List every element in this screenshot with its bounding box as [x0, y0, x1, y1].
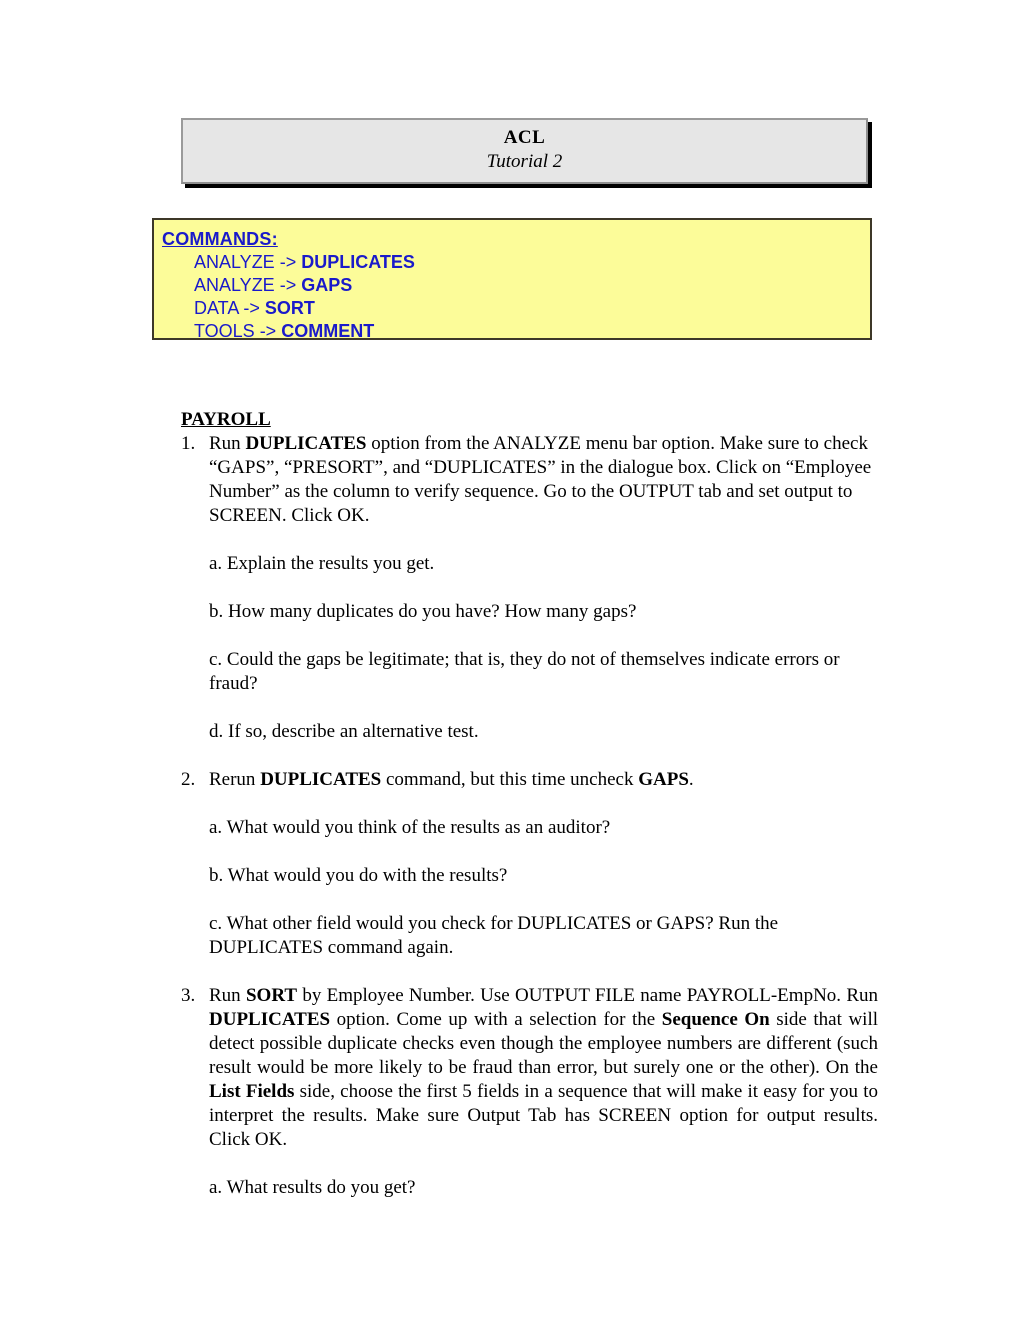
item-text-segment: by Employee Number. Use OUTPUT FILE name… — [297, 985, 878, 1006]
command-menu-path: DATA -> — [194, 298, 265, 318]
sub-item: a. What would you think of the results a… — [209, 817, 611, 838]
command-name: SORT — [264, 298, 315, 318]
sub-item: c. Could the gaps be legitimate; that is… — [209, 649, 840, 694]
item-text-segment: option. Come up with a selection for the — [330, 1009, 662, 1030]
item-text-emphasis: DUPLICATES — [209, 1009, 331, 1030]
section-heading-payroll: PAYROLL — [181, 409, 271, 430]
item-text-segment: Rerun — [209, 769, 261, 790]
title-box: ACL Tutorial 2 — [181, 118, 868, 184]
command-line: DATA -> SORT — [162, 297, 870, 320]
document-title: ACL — [503, 127, 546, 148]
item-text-emphasis: DUPLICATES — [245, 433, 367, 454]
commands-list: ANALYZE -> DUPLICATES ANALYZE -> GAPS DATA… — [162, 251, 870, 343]
commands-heading-label: COMMANDS: — [162, 229, 278, 249]
item-text-emphasis: GAPS — [638, 769, 689, 790]
command-menu-path: ANALYZE -> — [194, 275, 302, 295]
command-menu-path: TOOLS -> — [194, 321, 282, 341]
command-line: ANALYZE -> GAPS — [162, 274, 870, 297]
item-text-segment: side, choose the first 5 fields in a seq… — [209, 1081, 878, 1150]
document-body: PAYROLL 1. Run DUPLICATES option from the… — [181, 408, 878, 1200]
commands-box: COMMANDS: ANALYZE -> DUPLICATES ANALYZE -… — [152, 218, 872, 343]
document-subtitle: Tutorial 2 — [486, 151, 563, 172]
sub-item: a. Explain the results you get. — [209, 553, 435, 574]
sub-item: a. What results do you get? — [209, 1177, 416, 1198]
item-text-emphasis: List Fields — [209, 1081, 295, 1102]
item-text-emphasis: SORT — [245, 985, 298, 1006]
sub-item: d. If so, describe an alternative test. — [209, 721, 479, 742]
item-text-segment: Run — [209, 985, 246, 1006]
numbered-item: 1. Run DUPLICATES option from the ANALYZE… — [181, 432, 878, 528]
numbered-item: 2. Rerun DUPLICATES command, but this tim… — [181, 768, 878, 792]
item-number: 2. — [181, 769, 196, 790]
command-name: GAPS — [301, 275, 353, 295]
item-text-emphasis: Sequence On — [661, 1009, 770, 1030]
item-text-emphasis: DUPLICATES — [260, 769, 382, 790]
commands-heading: COMMANDS: — [162, 228, 870, 251]
document-page: ACL Tutorial 2 COMMANDS: ANALYZE -> DUPL… — [0, 0, 1020, 1320]
numbered-item: 3. Run SORT by Employee Number. Use OUTPU… — [181, 984, 878, 1152]
command-name: DUPLICATES — [301, 252, 415, 272]
item-text-segment: . — [688, 769, 694, 790]
item-number: 1. — [181, 433, 196, 454]
item-number: 3. — [181, 985, 196, 1006]
command-menu-path: ANALYZE -> — [194, 252, 302, 272]
command-line: ANALYZE -> DUPLICATES — [162, 251, 870, 274]
sub-item: b. How many duplicates do you have? How … — [209, 601, 637, 622]
numbered-item-list: 1. Run DUPLICATES option from the ANALYZE… — [181, 432, 878, 1200]
item-text-segment: command, but this time uncheck — [381, 769, 639, 790]
sub-item: c. What other field would you check for … — [209, 913, 779, 958]
command-line: TOOLS -> COMMENT — [162, 320, 870, 343]
sub-item: b. What would you do with the results? — [209, 865, 508, 886]
item-text-segment: Run — [209, 433, 246, 454]
command-name: COMMENT — [281, 321, 375, 341]
